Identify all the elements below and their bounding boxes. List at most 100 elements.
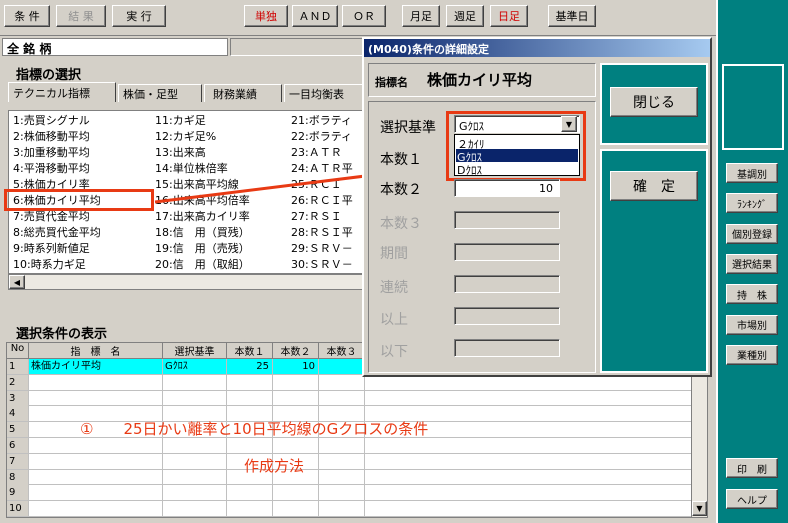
- indicator-section-title: 指標の選択: [16, 68, 82, 83]
- table-cell: [163, 453, 227, 469]
- hiashi-button[interactable]: 日足: [490, 5, 528, 27]
- tab-ichimoku[interactable]: 一目均衡表: [284, 84, 364, 102]
- honsu3-input[interactable]: [454, 211, 560, 229]
- indicator-item[interactable]: 22:ボラティ: [291, 129, 365, 145]
- table-cell: [163, 374, 227, 390]
- table-cell: [319, 453, 365, 469]
- sidebar-item[interactable]: 基調別: [726, 163, 778, 183]
- sidebar-item[interactable]: 選択結果: [726, 253, 778, 274]
- table-cell: [273, 374, 319, 390]
- sidebar-item[interactable]: ﾗﾝｷﾝｸﾞ: [726, 193, 778, 214]
- tab-ichimoku-label: 一目均衡表: [289, 88, 344, 101]
- column-header: 本数２: [273, 343, 319, 358]
- close-button-area: 閉じる: [600, 63, 708, 145]
- indicator-item[interactable]: 21:ボラティ: [291, 113, 365, 129]
- or-button[interactable]: ＯＲ: [342, 5, 386, 27]
- table-cell: [163, 485, 227, 501]
- jikkou-button[interactable]: 実 行: [112, 5, 166, 27]
- kijunbi-button[interactable]: 基準日: [548, 5, 596, 27]
- indicator-hscrollbar[interactable]: ◀: [8, 274, 364, 290]
- sidebar-top-box: [722, 64, 784, 150]
- honsu2-input[interactable]: 10: [454, 179, 560, 197]
- table-row[interactable]: 9: [7, 485, 693, 502]
- highlight-box: [4, 189, 154, 211]
- jouken-button[interactable]: 条 件: [4, 5, 50, 27]
- ijou-label: 以上: [380, 312, 408, 328]
- table-cell: [273, 390, 319, 406]
- annotation-line-2: 作成方法: [244, 457, 305, 475]
- print-button[interactable]: 印 刷: [726, 458, 778, 478]
- table-row[interactable]: 2: [7, 374, 693, 391]
- tab-kabuka-label: 株価・足型: [123, 88, 178, 101]
- indicator-item[interactable]: 11:カギ足: [155, 113, 289, 129]
- indicator-item[interactable]: 10:時系力ギ足: [13, 257, 153, 273]
- table-cell: [319, 390, 365, 406]
- table-cell: 7: [7, 453, 29, 469]
- table-cell: [163, 390, 227, 406]
- honsu2-value: 10: [539, 182, 553, 195]
- indicator-item[interactable]: 20:信 用（取組）: [155, 257, 289, 273]
- indicator-item[interactable]: 29:ＳＲＶ－: [291, 241, 365, 257]
- table-row[interactable]: 3: [7, 390, 693, 407]
- table-cell: 2: [7, 374, 29, 390]
- tab-technical[interactable]: テクニカル指標: [8, 82, 116, 102]
- table-row[interactable]: 6: [7, 438, 693, 454]
- close-button[interactable]: 閉じる: [610, 87, 698, 117]
- table-row[interactable]: 10: [7, 501, 693, 517]
- indicator-item[interactable]: 13:出来高: [155, 145, 289, 161]
- sidebar-item[interactable]: 個別登録: [726, 223, 778, 244]
- table-cell: 3: [7, 390, 29, 406]
- indicator-item[interactable]: 9:時系列新値足: [13, 241, 153, 257]
- honsu3-label: 本数３: [380, 216, 422, 232]
- indicator-item[interactable]: 3:加重移動平均: [13, 145, 153, 161]
- indicator-item[interactable]: 2:株価移動平均: [13, 129, 153, 145]
- dropdown-highlight: [446, 111, 586, 181]
- indicator-item[interactable]: 30:ＳＲＶ－: [291, 257, 365, 273]
- table-row[interactable]: 7: [7, 453, 693, 470]
- and-button[interactable]: ＡＮＤ: [292, 5, 338, 27]
- indicator-item[interactable]: 17:出来高カイリ率: [155, 209, 289, 225]
- stock-name-field[interactable]: [230, 38, 366, 56]
- right-sidebar: 基調別 ﾗﾝｷﾝｸﾞ 個別登録選択結果持 株市場別業種別 印 刷 ヘルプ: [716, 0, 788, 523]
- kekka-button[interactable]: 結 果: [56, 5, 106, 27]
- scroll-down-icon[interactable]: ▼: [692, 501, 707, 516]
- tab-kabuka[interactable]: 株価・足型: [118, 84, 202, 102]
- tsukiashi-button[interactable]: 月足: [402, 5, 440, 27]
- tandoku-button[interactable]: 単独: [244, 5, 288, 27]
- scroll-left-icon[interactable]: ◀: [9, 275, 25, 289]
- sidebar-item[interactable]: 市場別: [726, 314, 778, 335]
- table-cell: [273, 485, 319, 501]
- indicator-item[interactable]: 8:総売買代金平均: [13, 225, 153, 241]
- sidebar-item[interactable]: 業種別: [726, 344, 778, 365]
- table-cell: [319, 485, 365, 501]
- indicator-item[interactable]: 28:ＲＳＩ平: [291, 225, 365, 241]
- kikan-input[interactable]: [454, 243, 560, 261]
- tab-zaimu[interactable]: 財務業績: [204, 84, 282, 102]
- table-cell: [163, 501, 227, 517]
- column-header: 本数１: [227, 343, 273, 358]
- indicator-item[interactable]: 23:ＡＴＲ: [291, 145, 365, 161]
- sidebar-item[interactable]: 持 株: [726, 284, 778, 305]
- indicator-item[interactable]: 1:売買シグナル: [13, 113, 153, 129]
- table-cell: [227, 438, 273, 453]
- renzoku-input[interactable]: [454, 275, 560, 293]
- table-row[interactable]: 8: [7, 469, 693, 486]
- indicator-item[interactable]: 12:カギ足%: [155, 129, 289, 145]
- shuuashi-button[interactable]: 週足: [446, 5, 484, 27]
- table-cell: 8: [7, 469, 29, 485]
- dialog-title: (M040)条件の詳細設定: [368, 43, 489, 56]
- indicator-item[interactable]: 18:信 用（買残）: [155, 225, 289, 241]
- column-header: 指 標 名: [29, 343, 163, 358]
- ika-input[interactable]: [454, 339, 560, 357]
- indicator-item[interactable]: 19:信 用（売残）: [155, 241, 289, 257]
- ijou-input[interactable]: [454, 307, 560, 325]
- indicator-item[interactable]: 27:ＲＳＩ: [291, 209, 365, 225]
- help-button[interactable]: ヘルプ: [726, 489, 778, 509]
- confirm-button[interactable]: 確 定: [610, 171, 698, 201]
- dialog-titlebar[interactable]: (M040)条件の詳細設定: [364, 39, 710, 57]
- table-cell: [227, 501, 273, 517]
- indicator-item[interactable]: 7:売買代金平均: [13, 209, 153, 225]
- indicator-item[interactable]: 4:平滑移動平均: [13, 161, 153, 177]
- table-cell: 10: [7, 501, 29, 517]
- condition-section-title: 選択条件の表示: [16, 327, 108, 342]
